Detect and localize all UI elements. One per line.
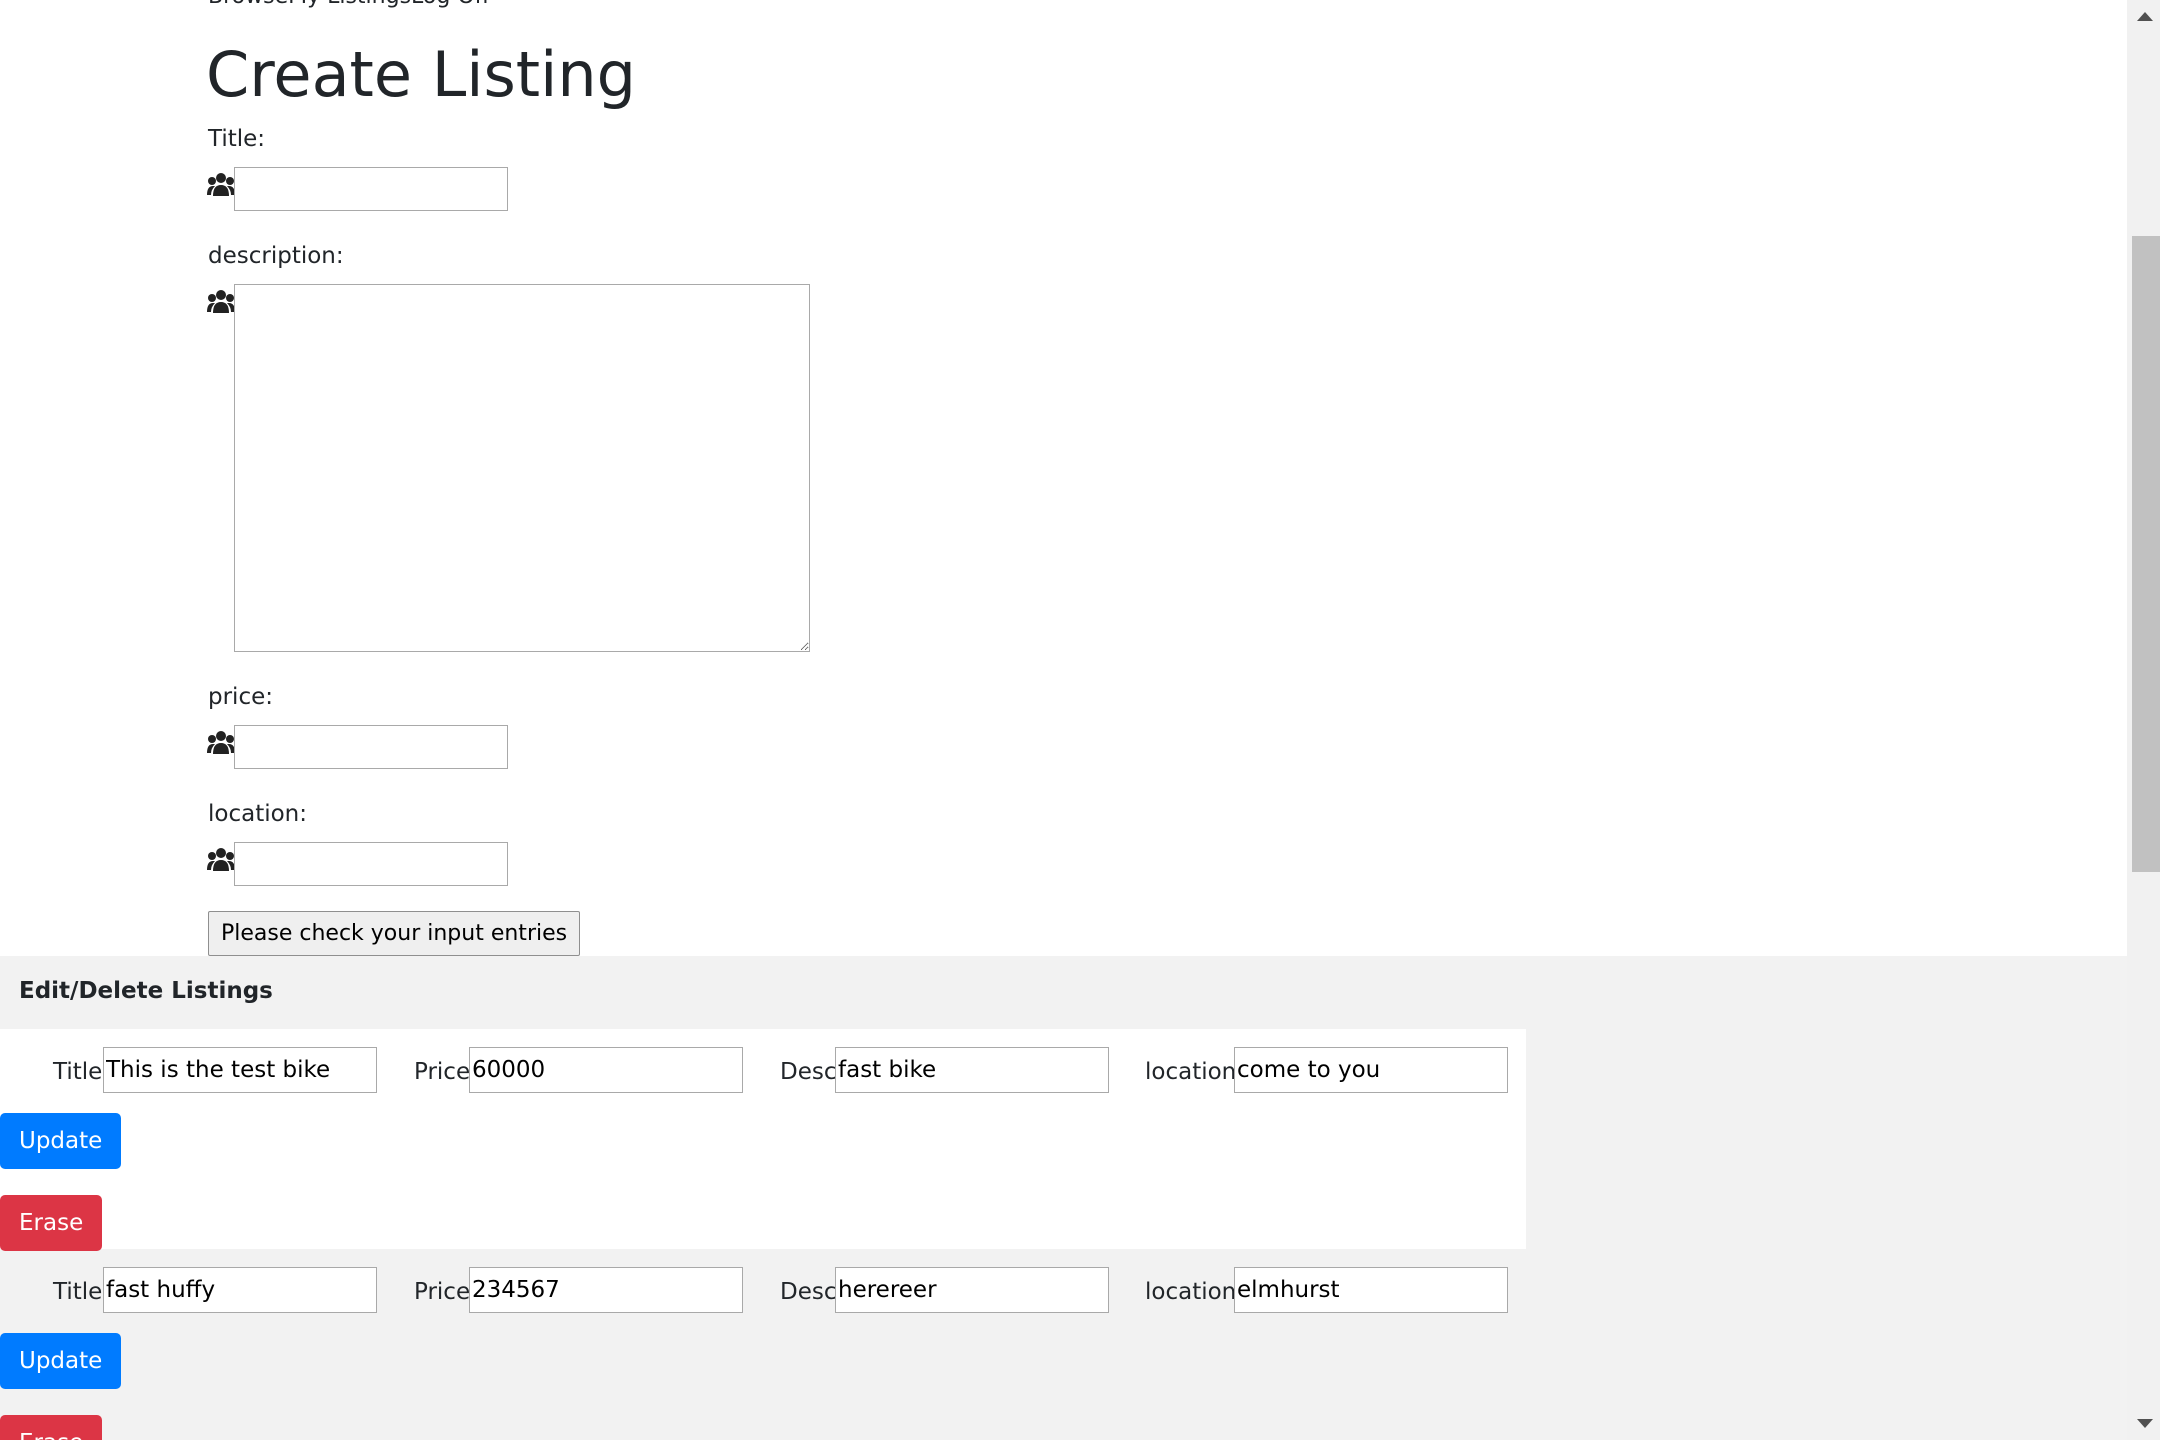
vertical-scrollbar[interactable] (2127, 0, 2160, 1440)
location-label: location: (208, 801, 308, 827)
update-button[interactable]: Update (0, 1113, 122, 1169)
submit-button[interactable]: Please check your input entries (208, 911, 581, 956)
edit-delete-section: Edit/Delete Listings Title: Price: Desc:… (0, 956, 2127, 1440)
listing-location-input[interactable] (1234, 1047, 1508, 1093)
page: BrowseMy ListingsLog Off Create Listing … (0, 0, 2127, 1440)
erase-button[interactable]: Erase (0, 1415, 103, 1440)
title-label: Title: (53, 1279, 111, 1305)
users-icon (207, 731, 235, 754)
listing-price-input[interactable] (469, 1047, 743, 1093)
users-icon (207, 290, 235, 313)
page-title: Create Listing (206, 38, 636, 111)
description-label: description: (208, 243, 344, 269)
scroll-up-arrow-icon[interactable] (2137, 12, 2153, 21)
location-label: location: (1145, 1059, 1245, 1085)
price-input[interactable] (234, 725, 508, 769)
listing-desc-input[interactable] (835, 1047, 1109, 1093)
description-textarea[interactable] (234, 284, 810, 652)
title-label: Title: (53, 1059, 111, 1085)
listing-desc-input[interactable] (835, 1267, 1109, 1313)
title-input[interactable] (234, 167, 508, 211)
update-button[interactable]: Update (0, 1333, 122, 1389)
section-heading: Edit/Delete Listings (19, 978, 273, 1004)
listing-row: Title: Price: Desc: location: Update Era… (0, 1249, 1526, 1440)
price-label: price: (208, 684, 273, 710)
users-icon (207, 848, 235, 871)
listing-row: Title: Price: Desc: location: Update Era… (0, 1029, 1526, 1251)
location-input[interactable] (234, 842, 508, 886)
users-icon (207, 173, 235, 196)
scroll-down-arrow-icon[interactable] (2137, 1419, 2153, 1428)
scroll-thumb[interactable] (2132, 236, 2160, 872)
erase-button[interactable]: Erase (0, 1195, 103, 1251)
listing-location-input[interactable] (1234, 1267, 1508, 1313)
listing-title-input[interactable] (103, 1267, 377, 1313)
listing-price-input[interactable] (469, 1267, 743, 1313)
nav-links[interactable]: BrowseMy ListingsLog Off (208, 0, 490, 9)
title-label: Title: (208, 126, 266, 152)
listing-title-input[interactable] (103, 1047, 377, 1093)
location-label: location: (1145, 1279, 1245, 1305)
